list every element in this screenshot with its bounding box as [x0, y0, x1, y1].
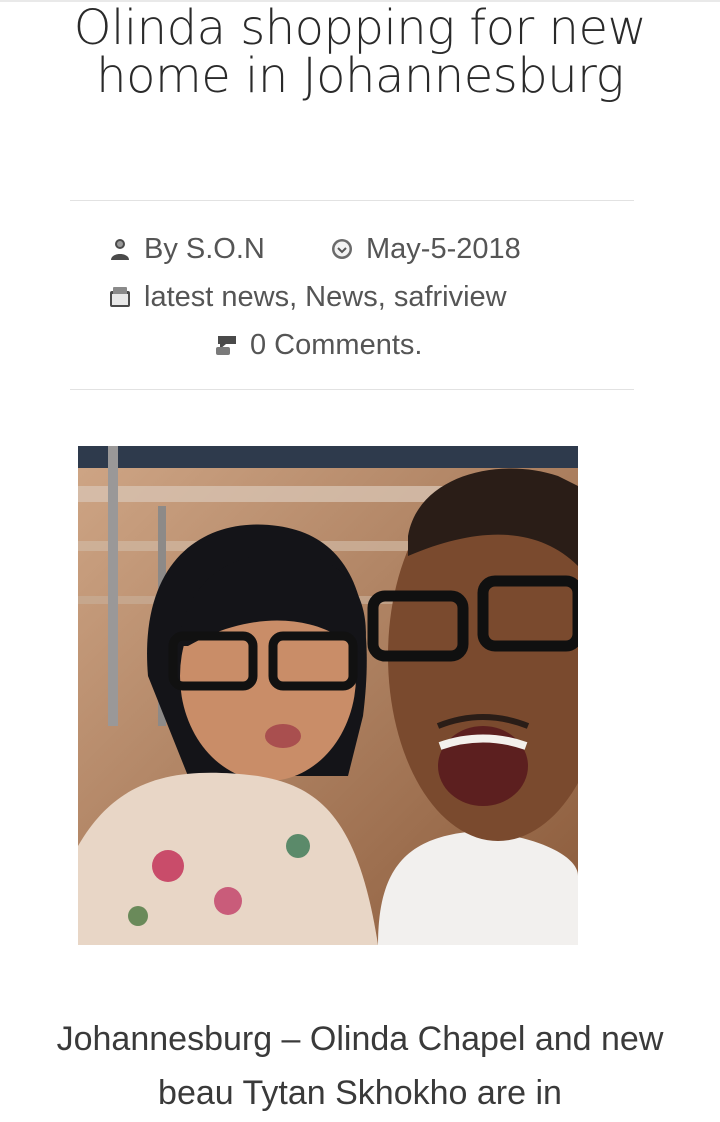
title-divider	[70, 200, 634, 201]
article-photo	[78, 446, 578, 945]
user-icon	[108, 235, 132, 260]
folder-icon	[108, 283, 132, 307]
author-meta[interactable]: By S.O.N	[108, 232, 265, 266]
clock-icon	[330, 235, 354, 259]
date-meta: May-5-2018	[330, 232, 521, 266]
article-excerpt: Johannesburg – Olinda Chapel and new bea…	[56, 1020, 664, 1112]
author-name[interactable]: By S.O.N	[144, 233, 265, 265]
article-title: Olinda shopping for new home in Johannes…	[73, 0, 647, 104]
meta-divider	[70, 389, 634, 390]
comment-icon	[214, 331, 238, 355]
comments-count[interactable]: 0 Comments.	[250, 329, 422, 361]
post-date: May-5-2018	[366, 233, 521, 265]
category-meta[interactable]: latest news, News, safriview	[108, 280, 507, 314]
comments-meta[interactable]: 0 Comments.	[214, 328, 422, 362]
category-links[interactable]: latest news, News, safriview	[144, 281, 507, 313]
